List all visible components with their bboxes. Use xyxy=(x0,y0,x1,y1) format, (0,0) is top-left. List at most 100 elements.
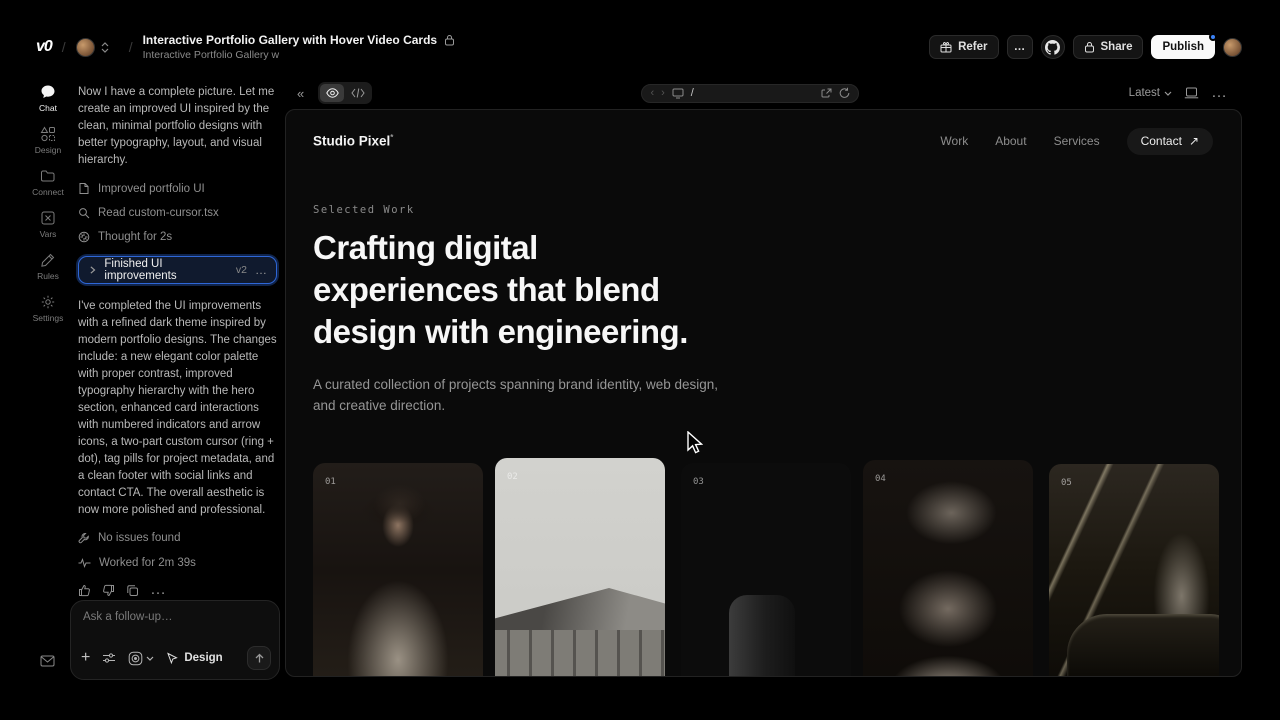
share-label: Share xyxy=(1101,41,1133,53)
chat-bubble-icon xyxy=(40,84,56,100)
card-number: 02 xyxy=(507,472,518,482)
step-read-custom-cursor[interactable]: Read custom-cursor.tsx xyxy=(78,207,277,219)
sidebar-item-label: Rules xyxy=(37,271,59,281)
open-external-icon[interactable] xyxy=(821,88,832,99)
eye-icon xyxy=(326,88,339,98)
followup-input[interactable] xyxy=(83,611,263,623)
step-thought[interactable]: Thought for 2s xyxy=(78,231,277,243)
card-number: 01 xyxy=(325,477,336,487)
preview-pane: Studio Pixel* Work About Services Contac… xyxy=(285,109,1242,677)
worked-row[interactable]: Worked for 2m 39s xyxy=(78,557,277,569)
issues-row[interactable]: No issues found xyxy=(78,532,277,544)
github-button[interactable] xyxy=(1041,35,1065,59)
send-button[interactable] xyxy=(247,646,271,670)
chevron-down-icon xyxy=(1164,91,1172,96)
version-badge: v2 xyxy=(236,264,247,276)
folder-icon xyxy=(40,168,56,184)
forward-button[interactable]: › xyxy=(661,87,665,99)
copy-icon[interactable] xyxy=(126,584,139,597)
version-label: Latest xyxy=(1129,87,1160,99)
settings-sliders-icon[interactable] xyxy=(102,652,116,664)
thumbs-down-icon[interactable] xyxy=(102,584,115,597)
thumbs-up-icon[interactable] xyxy=(78,584,91,597)
step-label: Thought for 2s xyxy=(98,231,172,243)
user-avatar[interactable] xyxy=(1223,38,1242,57)
shapes-icon xyxy=(40,126,56,142)
sidebar-item-connect[interactable]: Connect xyxy=(28,168,68,197)
url-path: / xyxy=(691,87,694,99)
breadcrumb-separator: / xyxy=(62,39,66,55)
sidebar-item-label: Design xyxy=(35,145,61,155)
publish-button[interactable]: Publish xyxy=(1151,35,1215,59)
assistant-message: I've completed the UI improvements with … xyxy=(78,298,277,519)
card-number: 03 xyxy=(693,477,704,487)
project-card[interactable]: 03 xyxy=(681,463,851,677)
gear-icon xyxy=(40,294,56,310)
mail-icon xyxy=(40,655,55,667)
preview-eye-button[interactable] xyxy=(320,84,344,102)
project-card[interactable]: 02 xyxy=(495,458,665,677)
code-view-button[interactable] xyxy=(346,84,370,102)
breadcrumb: Interactive Portfolio Gallery with Hover… xyxy=(143,33,456,61)
task-label: Finished UI improvements xyxy=(104,258,228,282)
chat-panel: Now I have a complete picture. Let me cr… xyxy=(70,84,285,599)
spark-icon xyxy=(78,231,90,243)
step-improved-portfolio-ui[interactable]: Improved portfolio UI xyxy=(78,182,277,195)
message-actions: … xyxy=(78,581,277,599)
worked-label: Worked for 2m 39s xyxy=(99,557,196,569)
project-gallery: 01 02 03 04 05 xyxy=(313,110,1219,677)
device-icon[interactable] xyxy=(1184,87,1199,99)
card-number: 05 xyxy=(1061,478,1072,488)
inbox-button[interactable] xyxy=(40,655,55,667)
project-card[interactable]: 04 xyxy=(863,460,1033,677)
share-button[interactable]: Share xyxy=(1073,35,1144,59)
app-header: v0 / / Interactive Portfolio Gallery wit… xyxy=(0,0,1280,80)
chevron-right-icon xyxy=(89,265,96,275)
header-more-button[interactable]: … xyxy=(1007,35,1033,59)
chevron-up-icon xyxy=(101,42,109,47)
task-more-button[interactable]: … xyxy=(255,263,268,277)
refer-button[interactable]: Refer xyxy=(929,35,998,59)
message-more-button[interactable]: … xyxy=(150,581,166,599)
back-button[interactable]: ‹ xyxy=(650,87,654,99)
sidebar-item-label: Connect xyxy=(32,187,64,197)
chevron-down-icon xyxy=(146,656,154,661)
breadcrumb-separator: / xyxy=(129,39,133,55)
sidebar-item-settings[interactable]: Settings xyxy=(28,294,68,323)
project-card[interactable]: 05 xyxy=(1049,464,1219,677)
finished-task-card[interactable]: Finished UI improvements v2 … xyxy=(78,256,277,284)
activity-icon xyxy=(78,558,91,568)
target-icon xyxy=(128,651,143,666)
gift-icon xyxy=(940,41,952,53)
lock-icon xyxy=(1084,41,1095,53)
card-number: 04 xyxy=(875,474,886,484)
sidebar-item-design[interactable]: Design xyxy=(28,126,68,155)
wrench-icon xyxy=(78,532,90,544)
project-card[interactable]: 01 xyxy=(313,463,483,677)
v0-logo: v0 xyxy=(36,38,52,56)
workspace-avatar[interactable] xyxy=(76,38,95,57)
sidebar-item-label: Vars xyxy=(40,229,57,239)
issues-label: No issues found xyxy=(98,532,180,544)
version-dropdown[interactable]: Latest xyxy=(1129,87,1172,99)
sidebar-item-rules[interactable]: Rules xyxy=(28,252,68,281)
vars-icon xyxy=(40,210,56,226)
pencil-icon xyxy=(40,252,56,268)
design-mode-button[interactable]: Design xyxy=(166,652,222,665)
workspace-switcher[interactable] xyxy=(101,42,109,53)
sidebar-item-chat[interactable]: Chat xyxy=(28,84,68,113)
sidebar-item-vars[interactable]: Vars xyxy=(28,210,68,239)
collapse-panel-button[interactable]: « xyxy=(297,86,304,101)
view-mode-switch xyxy=(318,82,372,104)
search-icon xyxy=(78,207,90,219)
url-bar[interactable]: ‹ › / xyxy=(641,84,859,103)
page-subtitle: Interactive Portfolio Gallery w xyxy=(143,49,456,61)
ellipsis-icon: … xyxy=(1014,41,1026,53)
attach-button[interactable]: + xyxy=(81,649,90,667)
scope-selector[interactable] xyxy=(128,651,154,666)
chevron-down-icon xyxy=(101,48,109,53)
publish-label: Publish xyxy=(1162,41,1204,53)
sidebar-item-label: Settings xyxy=(33,313,64,323)
preview-more-button[interactable]: … xyxy=(1211,84,1228,102)
refresh-icon[interactable] xyxy=(839,87,850,99)
